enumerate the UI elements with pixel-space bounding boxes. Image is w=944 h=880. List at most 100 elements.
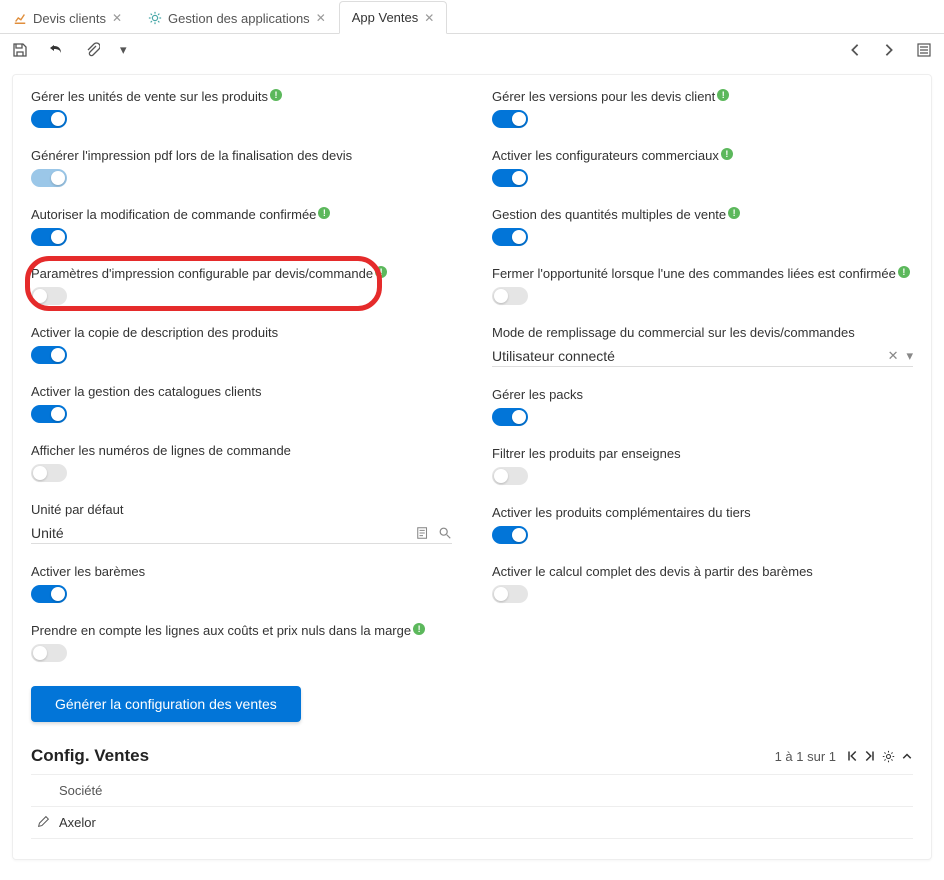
info-icon[interactable]: ! xyxy=(721,148,733,160)
toggle[interactable] xyxy=(31,644,67,662)
table-row[interactable]: Axelor xyxy=(31,807,913,839)
cell-societe: Axelor xyxy=(59,815,913,830)
info-icon[interactable]: ! xyxy=(270,89,282,101)
field-enable-configs: Activer les configurateurs commerciaux! xyxy=(492,148,913,187)
tab-bar: Devis clients ✕ Gestion des applications… xyxy=(0,0,944,34)
field-label: Gestion des quantités multiples de vente xyxy=(492,207,726,222)
field-filter-brand: Filtrer les produits par enseignes xyxy=(492,446,913,485)
detail-icon[interactable] xyxy=(416,526,430,540)
toggle[interactable] xyxy=(492,169,528,187)
toggle[interactable] xyxy=(492,287,528,305)
field-label: Activer le calcul complet des devis à pa… xyxy=(492,564,813,579)
field-quote-versions: Gérer les versions pour les devis client… xyxy=(492,89,913,128)
settings-panel: Gérer les unités de vente sur les produi… xyxy=(12,74,932,860)
subpanel-title: Config. Ventes xyxy=(31,746,149,766)
pager-text: 1 à 1 sur 1 xyxy=(775,749,836,764)
first-icon[interactable] xyxy=(846,750,858,763)
toggle[interactable] xyxy=(31,287,67,305)
toggle[interactable] xyxy=(31,346,67,364)
gear-icon[interactable] xyxy=(882,750,895,763)
generate-config-button[interactable]: Générer la configuration des ventes xyxy=(31,686,301,722)
toggle[interactable] xyxy=(31,169,67,187)
field-generate-pdf: Générer l'impression pdf lors de la fina… xyxy=(31,148,452,187)
subpanel-header: Config. Ventes 1 à 1 sur 1 xyxy=(31,746,913,766)
right-column: Gérer les versions pour les devis client… xyxy=(492,89,913,722)
field-enable-baremes: Activer les barèmes xyxy=(31,564,452,603)
toggle[interactable] xyxy=(31,585,67,603)
list-icon[interactable] xyxy=(916,42,932,58)
tab-label: Gestion des applications xyxy=(168,11,310,26)
select-input[interactable]: Utilisateur connecté ✕ ▾ xyxy=(492,346,913,367)
edit-icon[interactable] xyxy=(31,815,59,830)
field-print-params: Paramètres d'impression configurable par… xyxy=(31,266,452,305)
last-icon[interactable] xyxy=(864,750,876,763)
field-zero-cost-margin: Prendre en compte les lignes aux coûts e… xyxy=(31,623,452,662)
clear-icon[interactable]: ✕ xyxy=(888,348,899,364)
field-allow-modify-order: Autoriser la modification de commande co… xyxy=(31,207,452,246)
toggle[interactable] xyxy=(31,110,67,128)
field-salesman-fill-mode: Mode de remplissage du commercial sur le… xyxy=(492,325,913,367)
toggle[interactable] xyxy=(492,467,528,485)
info-icon[interactable]: ! xyxy=(318,207,330,219)
field-label: Activer les configurateurs commerciaux xyxy=(492,148,719,163)
info-icon[interactable]: ! xyxy=(375,266,387,278)
field-close-opportunity: Fermer l'opportunité lorsque l'une des c… xyxy=(492,266,913,305)
chart-icon xyxy=(13,11,27,25)
toggle[interactable] xyxy=(492,408,528,426)
input-value: Utilisateur connecté xyxy=(492,348,888,364)
caret-down-icon[interactable]: ▾ xyxy=(120,42,127,58)
gear-icon xyxy=(148,11,162,25)
tab-gestion-applications[interactable]: Gestion des applications ✕ xyxy=(135,1,339,34)
input-value: Unité xyxy=(31,525,416,541)
field-label: Activer les barèmes xyxy=(31,564,145,579)
field-label: Générer l'impression pdf lors de la fina… xyxy=(31,148,352,163)
field-label: Fermer l'opportunité lorsque l'une des c… xyxy=(492,266,896,281)
close-icon[interactable]: ✕ xyxy=(112,12,122,24)
field-copy-desc: Activer la copie de description des prod… xyxy=(31,325,452,364)
attach-icon[interactable] xyxy=(84,42,100,58)
chevron-up-icon[interactable] xyxy=(901,750,913,763)
left-column: Gérer les unités de vente sur les produi… xyxy=(31,89,452,722)
next-icon[interactable] xyxy=(882,43,896,57)
lookup-input[interactable]: Unité xyxy=(31,523,452,544)
tab-devis-clients[interactable]: Devis clients ✕ xyxy=(0,1,135,34)
config-table: Société Axelor xyxy=(31,774,913,839)
toolbar: ▾ xyxy=(0,34,944,74)
info-icon[interactable]: ! xyxy=(717,89,729,101)
caret-down-icon[interactable]: ▾ xyxy=(906,348,913,364)
field-multi-qty: Gestion des quantités multiples de vente… xyxy=(492,207,913,246)
toggle[interactable] xyxy=(31,228,67,246)
info-icon[interactable]: ! xyxy=(728,207,740,219)
pager: 1 à 1 sur 1 xyxy=(775,749,913,764)
field-label: Paramètres d'impression configurable par… xyxy=(31,266,373,281)
field-full-calc-baremes: Activer le calcul complet des devis à pa… xyxy=(492,564,913,603)
info-icon[interactable]: ! xyxy=(413,623,425,635)
toggle[interactable] xyxy=(31,405,67,423)
field-label: Afficher les numéros de lignes de comman… xyxy=(31,443,291,458)
column-header: Société xyxy=(59,783,913,798)
close-icon[interactable]: ✕ xyxy=(316,12,326,24)
field-label: Mode de remplissage du commercial sur le… xyxy=(492,325,855,340)
field-label: Autoriser la modification de commande co… xyxy=(31,207,316,222)
info-icon[interactable]: ! xyxy=(898,266,910,278)
toggle[interactable] xyxy=(492,228,528,246)
table-header: Société xyxy=(31,775,913,807)
toggle[interactable] xyxy=(492,526,528,544)
save-icon[interactable] xyxy=(12,42,28,58)
prev-icon[interactable] xyxy=(848,43,862,57)
field-show-line-numbers: Afficher les numéros de lignes de comman… xyxy=(31,443,452,482)
undo-icon[interactable] xyxy=(48,42,64,58)
close-icon[interactable]: ✕ xyxy=(424,12,434,24)
field-manage-packs: Gérer les packs xyxy=(492,387,913,426)
toggle[interactable] xyxy=(31,464,67,482)
toggle[interactable] xyxy=(492,110,528,128)
tab-app-ventes[interactable]: App Ventes ✕ xyxy=(339,1,448,34)
field-label: Activer la gestion des catalogues client… xyxy=(31,384,262,399)
field-label: Gérer les versions pour les devis client xyxy=(492,89,715,104)
field-label: Activer la copie de description des prod… xyxy=(31,325,278,340)
tab-label: Devis clients xyxy=(33,11,106,26)
toggle[interactable] xyxy=(492,585,528,603)
search-icon[interactable] xyxy=(438,526,452,540)
field-default-unit: Unité par défaut Unité xyxy=(31,502,452,544)
highlight-annotation xyxy=(25,256,382,311)
